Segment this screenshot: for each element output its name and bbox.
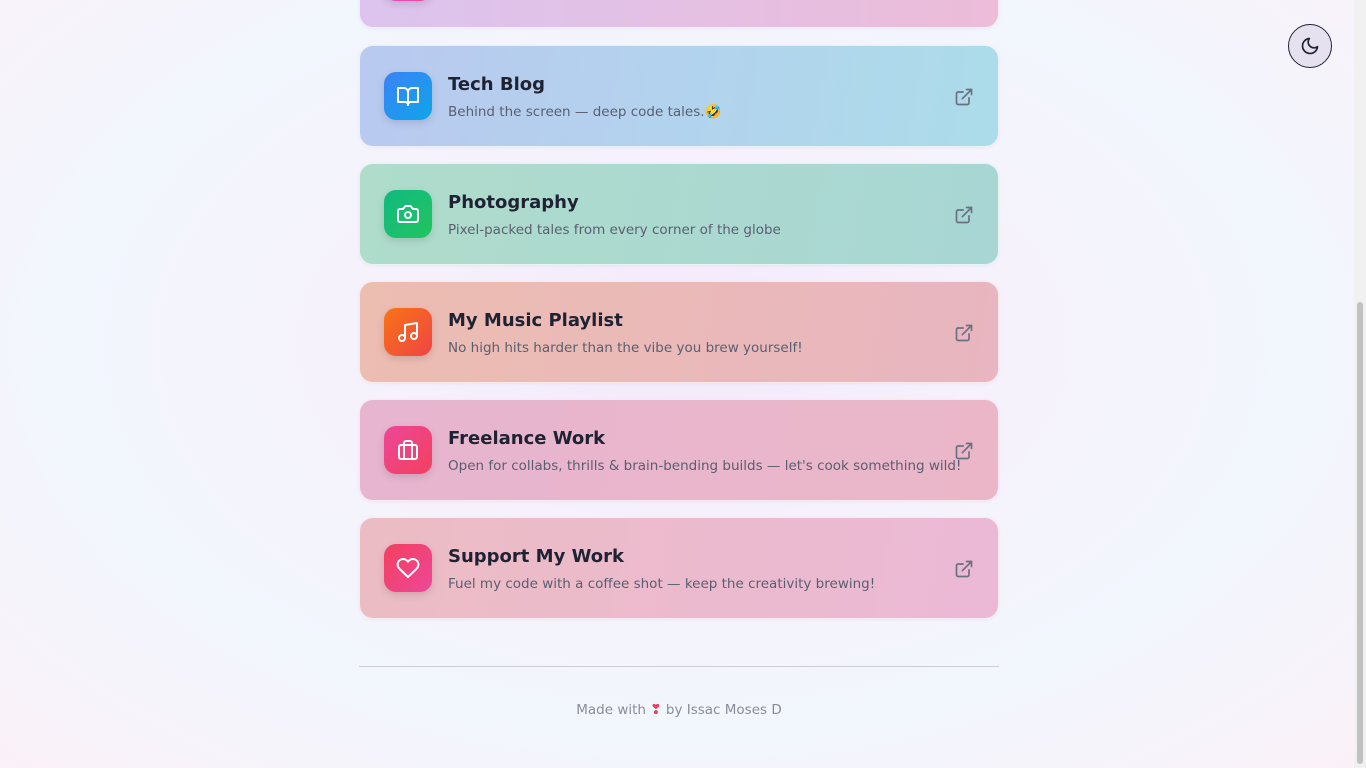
page: Tech Blog Behind the screen — deep code …: [0, 0, 1354, 768]
card-description: Open for collabs, thrills & brain-bendin…: [448, 458, 962, 474]
music-note-icon: [384, 308, 432, 356]
card-description: No high hits harder than the vibe you br…: [448, 340, 803, 356]
external-link-icon[interactable]: [954, 559, 974, 579]
external-link-icon[interactable]: [954, 441, 974, 461]
link-card-freelance-work[interactable]: Freelance Work Open for collabs, thrills…: [359, 399, 999, 501]
partial-link-card[interactable]: [359, 0, 999, 28]
external-link-icon[interactable]: [954, 87, 974, 107]
external-link-icon[interactable]: [954, 205, 974, 225]
card-description: Behind the screen — deep code tales.🤣: [448, 104, 722, 120]
footer-prefix: Made with: [576, 702, 646, 718]
card-title: Photography: [448, 192, 579, 213]
card-title: Freelance Work: [448, 428, 606, 449]
link-card-support-my-work[interactable]: Support My Work Fuel my code with a coff…: [359, 517, 999, 619]
link-card-tech-blog[interactable]: Tech Blog Behind the screen — deep code …: [359, 45, 999, 147]
book-icon: [384, 72, 432, 120]
card-title: Tech Blog: [448, 74, 545, 95]
footer-divider: [359, 666, 999, 667]
footer-author: by Issac Moses D: [665, 702, 782, 718]
scrollbar-thumb[interactable]: [1357, 302, 1363, 764]
moon-icon: [1301, 37, 1319, 55]
card-title: My Music Playlist: [448, 310, 623, 331]
vertical-scrollbar[interactable]: [1354, 0, 1366, 768]
heart-emoji-icon: ❣: [650, 702, 662, 718]
heart-icon: [384, 544, 432, 592]
camera-icon: [384, 190, 432, 238]
link-card-photography[interactable]: Photography Pixel-packed tales from ever…: [359, 163, 999, 265]
partial-card-icon: [384, 0, 432, 1]
theme-toggle-button[interactable]: [1288, 24, 1332, 68]
link-card-music-playlist[interactable]: My Music Playlist No high hits harder th…: [359, 281, 999, 383]
card-title: Support My Work: [448, 546, 625, 567]
card-description: Pixel-packed tales from every corner of …: [448, 222, 781, 238]
briefcase-icon: [384, 426, 432, 474]
footer: Made with ❣ by Issac Moses D: [359, 702, 999, 718]
external-link-icon[interactable]: [954, 323, 974, 343]
card-description: Fuel my code with a coffee shot — keep t…: [448, 576, 876, 592]
